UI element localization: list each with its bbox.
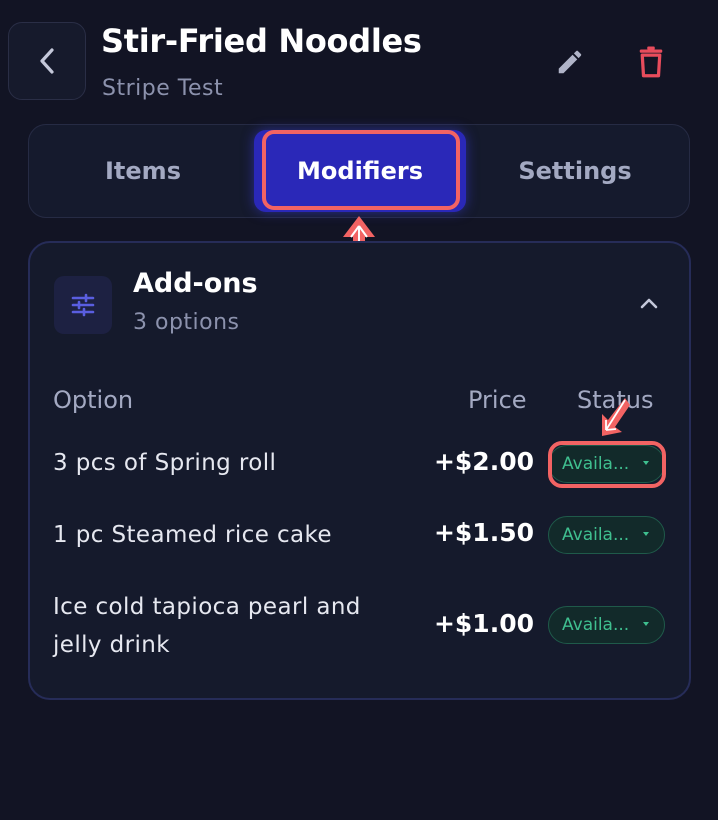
status-value: Availa... (562, 615, 630, 635)
caret-down-icon (643, 461, 649, 465)
status-value: Availa... (562, 525, 630, 545)
status-value: Availa... (562, 454, 630, 474)
modifier-group-count: 3 options (133, 310, 240, 335)
option-price: +$2.00 (433, 447, 534, 476)
chevron-left-icon (40, 48, 54, 74)
delete-button[interactable] (631, 42, 671, 82)
annotation-arrow-down (602, 398, 630, 436)
status-dropdown[interactable]: Availa... (548, 445, 665, 483)
caret-down-icon (643, 622, 649, 626)
page-title: Stir-Fried Noodles (101, 22, 422, 60)
option-name: 1 pc Steamed rice cake (53, 522, 332, 548)
column-header-price: Price (468, 386, 527, 414)
option-name: 3 pcs of Spring roll (53, 450, 277, 476)
chevron-up-icon (640, 298, 658, 309)
edit-button[interactable] (550, 42, 590, 82)
back-button[interactable] (8, 22, 86, 100)
status-dropdown[interactable]: Availa... (548, 606, 665, 644)
tab-modifiers[interactable]: Modifiers (254, 130, 466, 212)
modifier-group-icon-box (54, 276, 112, 334)
status-dropdown[interactable]: Availa... (548, 516, 665, 554)
option-price: +$1.00 (433, 609, 534, 638)
sliders-icon (71, 293, 95, 317)
modifier-group-title: Add-ons (133, 268, 258, 299)
page-subtitle: Stripe Test (102, 76, 224, 101)
option-name: Ice cold tapioca pearl and jelly drink (53, 594, 361, 658)
collapse-button[interactable] (632, 288, 666, 318)
column-header-option: Option (53, 386, 134, 414)
option-price: +$1.50 (433, 518, 534, 547)
caret-down-icon (643, 532, 649, 536)
pencil-icon (558, 50, 582, 74)
tab-items[interactable]: Items (36, 131, 250, 211)
trash-icon (639, 46, 663, 78)
tab-settings[interactable]: Settings (468, 131, 682, 211)
